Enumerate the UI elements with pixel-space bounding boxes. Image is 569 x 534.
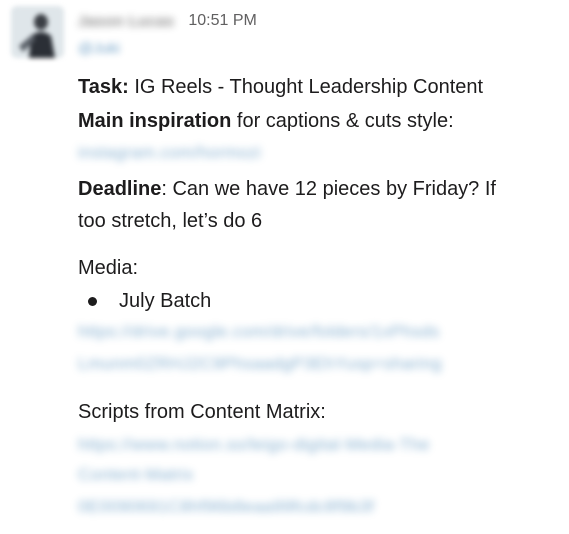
inspiration-label: Main inspiration xyxy=(78,110,232,132)
inspiration-value: for captions & cuts style: xyxy=(231,110,454,132)
inspiration-link[interactable]: instagram.com/hormozi xyxy=(78,143,261,163)
task-value: IG Reels - Thought Leadership Content xyxy=(128,76,484,98)
task-label: Task: xyxy=(78,76,129,98)
message-header: Jason Lucas 10:51 PM xyxy=(78,8,257,34)
deadline-line: Deadline: Can we have 12 pieces by Frida… xyxy=(78,175,496,203)
media-link[interactable]: https://drive.google.com/drive/folders/1… xyxy=(78,322,440,342)
deadline-text: : Can we have 12 pieces by Friday? If xyxy=(161,178,496,200)
media-item-label: July Batch xyxy=(119,290,212,312)
scripts-link-continued[interactable]: Content-Matrix xyxy=(78,465,194,485)
task-line: Task: IG Reels - Thought Leadership Cont… xyxy=(78,73,483,101)
scripts-link-continued-2[interactable]: 0E0090691C8hf96b8eaa99fcdc8f9b3f xyxy=(78,497,374,517)
media-list-item: July Batch xyxy=(88,287,211,315)
scripts-link[interactable]: https://www.notion.so/leigo-digital-Medi… xyxy=(78,435,430,455)
media-label: Media: xyxy=(78,257,139,279)
avatar[interactable] xyxy=(11,6,64,58)
timestamp[interactable]: 10:51 PM xyxy=(188,12,256,30)
sender-name[interactable]: Jason Lucas xyxy=(78,13,174,30)
scripts-label: Scripts from Content Matrix: xyxy=(78,401,326,423)
inspiration-line: Main inspiration for captions & cuts sty… xyxy=(78,107,454,135)
deadline-line-2: too stretch, let’s do 6 xyxy=(78,210,263,232)
media-link-continued[interactable]: Lmunm0ZRHJ2C9PhsaadgP3EhYusp=sharing xyxy=(78,354,442,374)
chat-message: Jason Lucas 10:51 PM @Juki Task: IG Reel… xyxy=(0,0,569,534)
bullet-dot xyxy=(88,296,97,306)
deadline-label: Deadline xyxy=(78,178,162,200)
user-mention[interactable]: @Juki xyxy=(78,40,120,57)
